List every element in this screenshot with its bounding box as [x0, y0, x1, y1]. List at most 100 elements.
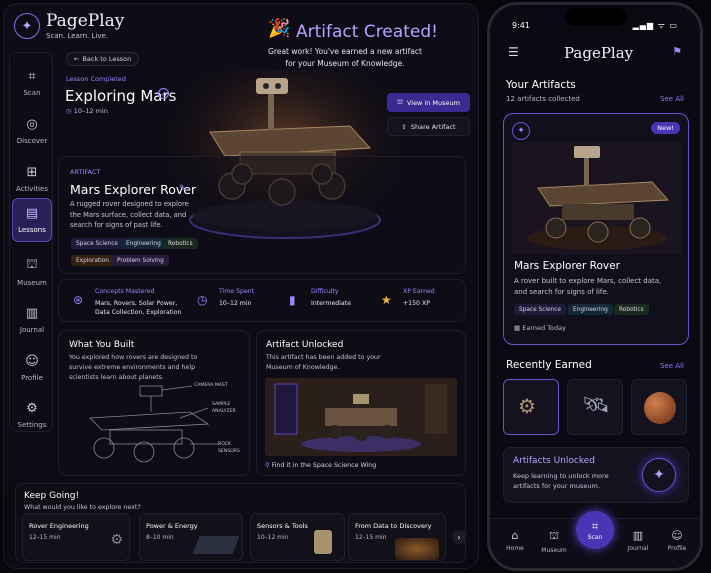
status-icons: ▂▄▆ ᯤ ▭ — [632, 21, 678, 30]
stat-time: ◷ Time Spent 10–12 min — [189, 280, 279, 323]
sidebar-item-settings[interactable]: ⚙ Settings — [12, 393, 52, 437]
tag-chip: Space Science — [514, 304, 566, 315]
next-lesson-card[interactable]: Power & Energy 8–10 min — [139, 513, 243, 561]
tab-label: Home — [506, 545, 524, 552]
sidebar-item-discover[interactable]: ◎ Discover — [12, 109, 52, 153]
stat-difficulty: ▮ Difficulty Intermediate — [281, 280, 371, 323]
view-in-museum-button[interactable]: ⛫ View in Museum — [387, 93, 470, 112]
artifact-label: ARTIFACT — [70, 168, 101, 176]
duration-text: 10–12 min — [73, 107, 108, 115]
tab-label: Profile — [667, 545, 687, 552]
artifact-created-subtitle: Great work! You've earned a new artifact… — [268, 47, 422, 68]
tab-profile[interactable]: ☺ Profile — [660, 529, 694, 552]
tab-museum[interactable]: ⛫ Museum — [537, 529, 571, 554]
sidebar-item-label: Museum — [17, 279, 47, 287]
sidebar-item-journal[interactable]: ▥ Journal — [12, 298, 52, 342]
artifact-gem-icon: ✦ — [512, 122, 530, 140]
star-icon: ★ — [381, 293, 392, 307]
see-all-recent-link[interactable]: See All — [660, 362, 684, 370]
sidebar-item-label: Lessons — [18, 226, 46, 234]
rover-blueprint-diagram — [89, 385, 220, 463]
tab-journal[interactable]: ▥ Journal — [621, 529, 655, 552]
sidebar-item-label: Settings — [17, 421, 47, 429]
back-to-lesson-button[interactable]: ← Back to Lesson — [66, 52, 140, 66]
artifacts-count: 12 artifacts collected — [506, 95, 580, 103]
next-lesson-card[interactable]: Rover Engineering 12–15 min ⚙ — [22, 513, 130, 561]
calendar-icon: ▦ — [514, 324, 521, 332]
stat-label: XP Earned — [403, 288, 435, 295]
recent-artifact-satellite[interactable]: 🛰 — [567, 379, 623, 435]
featured-artifact-description: A rover built to explore Mars, collect d… — [514, 277, 662, 296]
tab-home[interactable]: ⌂ Home — [498, 529, 532, 552]
artifacts-unlocked-card[interactable]: Artifacts Unlocked Keep learning to unlo… — [503, 447, 689, 503]
view-label: View in Museum — [406, 98, 461, 107]
tab-scan[interactable]: ⌗ Scan — [576, 511, 614, 549]
check-circle-icon: ✓ — [158, 88, 169, 99]
earned-date: ▦ Earned Today — [514, 324, 566, 332]
next-lesson-card[interactable]: Sensors & Tools 10–12 min — [250, 513, 345, 561]
tag-chip: Exploration — [71, 255, 114, 266]
new-badge: New! — [651, 122, 680, 134]
stat-xp: ★ XP Earned +150 XP — [373, 280, 463, 323]
chevron-right-icon[interactable]: › — [452, 530, 466, 544]
artifact-description: A rugged rover designed to explore the M… — [70, 200, 189, 229]
sidebar-item-museum[interactable]: ⛫ Museum — [12, 250, 52, 294]
artifact-title: Mars Explorer Rover — [70, 182, 197, 197]
museum-icon: ⛫ — [548, 529, 560, 542]
featured-artifact-title: Mars Explorer Rover — [514, 260, 620, 272]
satellite-icon: 🛰 — [582, 393, 610, 418]
stat-concepts: ⊛ Concepts Mastered Mars, Rovers, Solar … — [65, 280, 189, 323]
compass-icon: ◎ — [26, 117, 38, 132]
share-label: Share Artifact — [410, 122, 456, 131]
party-popper-icon: 🎉 — [268, 18, 291, 39]
sidebar-item-scan[interactable]: ⌗ Scan — [12, 61, 52, 105]
sidebar-item-label: Journal — [19, 326, 45, 334]
recently-earned-title: Recently Earned — [506, 359, 592, 371]
sidebar-item-activities[interactable]: ⊞ Activities — [12, 157, 52, 201]
bookmark-icon[interactable]: ⚑ — [672, 45, 682, 58]
sidebar: ⌗ Scan ◎ Discover ⊞ Activities ▤ Lessons ⛫ Mu… — [9, 52, 53, 432]
clock-icon: ◷ — [66, 107, 72, 115]
your-artifacts-title: Your Artifacts — [506, 79, 576, 91]
lesson-duration: ◷ 10–12 min — [66, 107, 108, 115]
stat-value: +150 XP — [403, 300, 430, 307]
edit-icon[interactable]: ✎ — [179, 184, 187, 194]
next-lesson-card[interactable]: From Data to Discovery 12–15 min — [348, 513, 446, 561]
museum-exhibit-image — [265, 378, 457, 456]
keep-going-subtitle: What would you like to explore next? — [24, 504, 141, 511]
artifacts-unlocked-description: Keep learning to unlock more artifacts f… — [513, 472, 609, 490]
stat-value: 10–12 min — [219, 300, 252, 307]
scan-icon: ⌗ — [28, 69, 36, 84]
gamepad-icon: ⊞ — [26, 165, 38, 180]
person-icon: ☺ — [25, 354, 39, 369]
solar-panel-thumbnail — [192, 536, 240, 554]
hamburger-menu-icon[interactable]: ☰ — [508, 45, 519, 59]
card-meta: 10–12 min — [257, 534, 289, 541]
gear-icon: ⚙ — [26, 401, 38, 416]
card-title: From Data to Discovery — [355, 522, 432, 530]
lesson-status: Lesson Completed — [66, 75, 126, 83]
home-icon: ⌂ — [511, 529, 519, 542]
app-tagline: Scan. Learn. Live. — [46, 32, 109, 40]
sidebar-item-lessons[interactable]: ▤ Lessons — [12, 198, 52, 242]
recent-artifact-rover[interactable]: ⚙ — [503, 379, 559, 435]
earned-text: Earned Today — [522, 324, 566, 332]
scan-icon: ⌗ — [591, 519, 599, 533]
artifact-created-title: Artifact Created! — [296, 22, 438, 42]
tag-chip: Robotics — [163, 238, 198, 249]
sidebar-item-label: Profile — [21, 374, 43, 382]
tab-label: Museum — [541, 547, 567, 554]
recent-artifact-mars[interactable] — [631, 379, 687, 435]
see-all-artifacts-link[interactable]: See All — [660, 95, 684, 103]
sidebar-item-profile[interactable]: ☺ Profile — [12, 346, 52, 390]
app-logo[interactable]: ✦ PagePlay Scan. Learn. Live. — [14, 12, 124, 40]
tag-chip: Robotics — [614, 304, 649, 315]
share-artifact-button[interactable]: ⇪ Share Artifact — [387, 117, 470, 136]
rover-thumbnail-icon: ⚙ — [110, 532, 123, 548]
stat-label: Time Spent — [219, 288, 255, 295]
rover-thumbnail-icon: ⚙ — [518, 394, 536, 418]
featured-artifact-card[interactable]: ✦ New! Mars Explorer Rover A rover built… — [503, 113, 689, 345]
status-time: 9:41 — [512, 21, 530, 30]
tag-chip: Space Science — [71, 238, 123, 249]
callout-sample-analyzer: SAMPLE ANALYZER — [212, 402, 236, 414]
